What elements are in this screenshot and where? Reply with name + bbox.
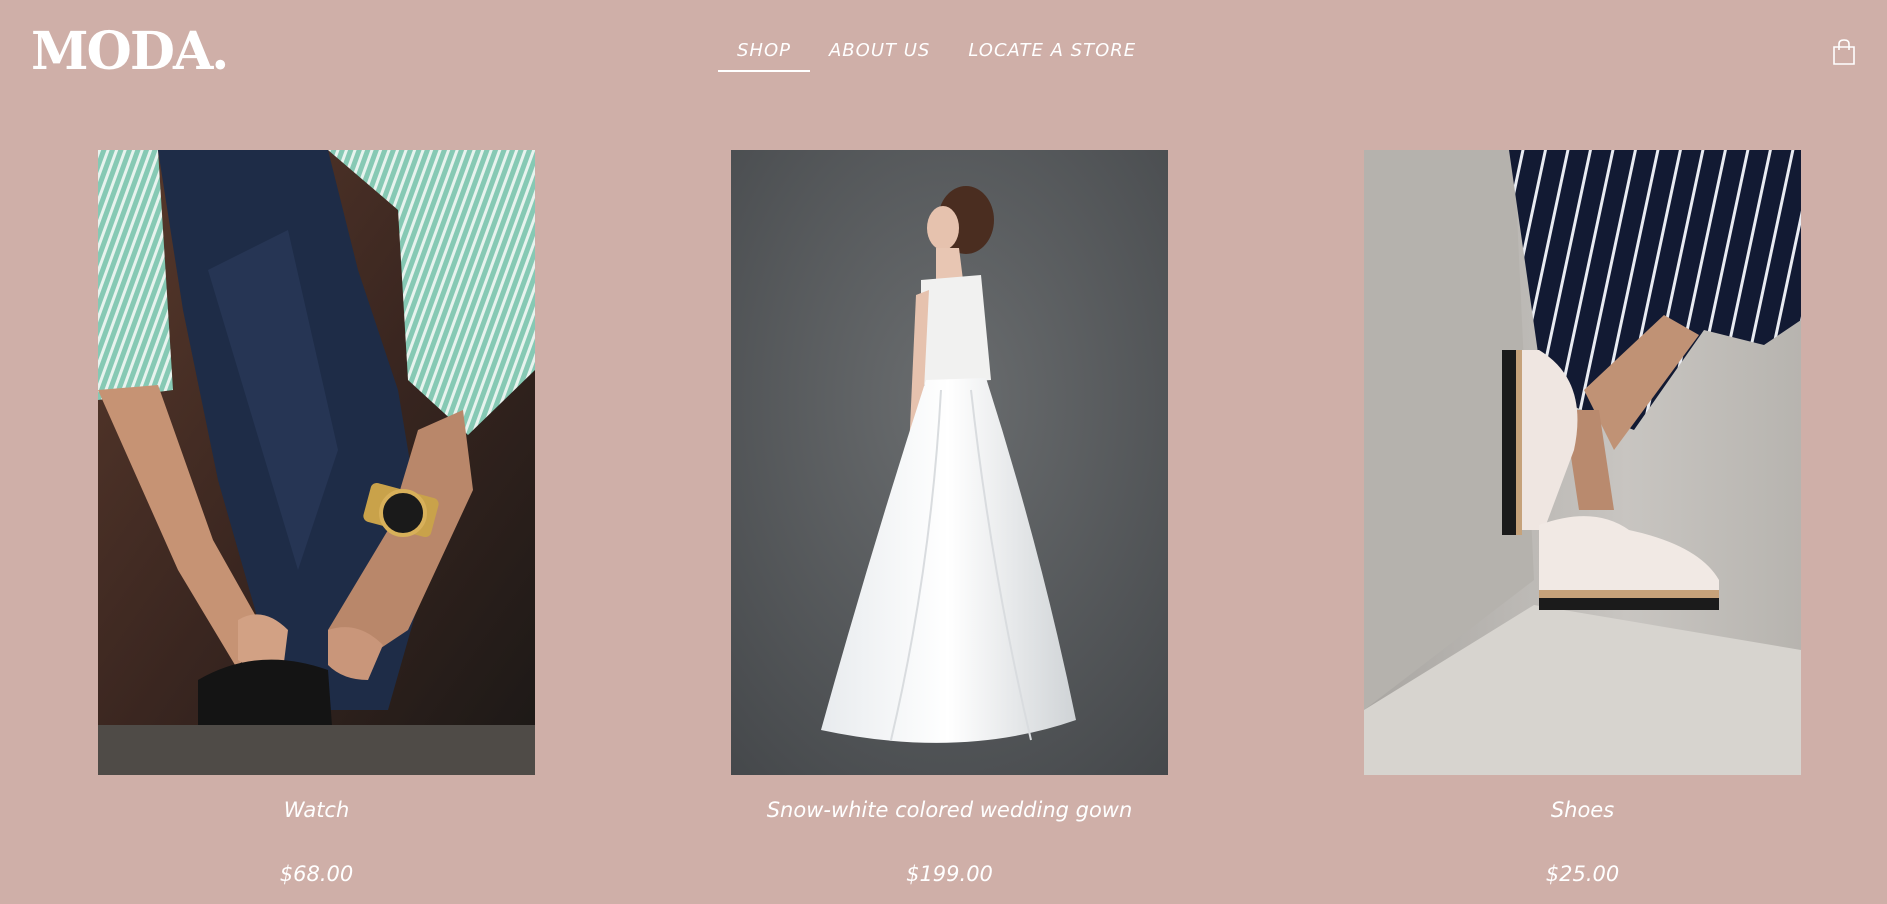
product-name[interactable]: Snow-white colored wedding gown — [671, 798, 1228, 822]
product-image-wedding-gown[interactable] — [731, 150, 1168, 775]
product-card[interactable]: Shoes $25.00 — [1364, 150, 1801, 886]
nav-item-about-us[interactable]: ABOUT US — [810, 30, 949, 62]
nav-item-shop[interactable]: SHOP — [718, 30, 810, 72]
product-name[interactable]: Shoes — [1304, 798, 1861, 822]
main-nav: SHOP ABOUT US LOCATE A STORE — [718, 30, 1155, 72]
product-image-watch[interactable] — [98, 150, 535, 775]
product-price: $199.00 — [906, 862, 993, 886]
product-price: $68.00 — [279, 862, 354, 886]
product-name[interactable]: Watch — [38, 798, 595, 822]
shopping-bag-icon — [1833, 39, 1855, 65]
product-image-shoes[interactable] — [1364, 150, 1801, 775]
cart-button[interactable] — [1832, 38, 1856, 66]
site-header: MODA. SHOP ABOUT US LOCATE A STORE — [0, 0, 1887, 104]
product-card[interactable]: Snow-white colored wedding gown $199.00 — [731, 150, 1168, 886]
logo[interactable]: MODA. — [31, 22, 229, 82]
product-card[interactable]: Watch $68.00 — [98, 150, 535, 886]
product-price: $25.00 — [1545, 862, 1620, 886]
nav-item-locate-a-store[interactable]: LOCATE A STORE — [949, 30, 1155, 62]
